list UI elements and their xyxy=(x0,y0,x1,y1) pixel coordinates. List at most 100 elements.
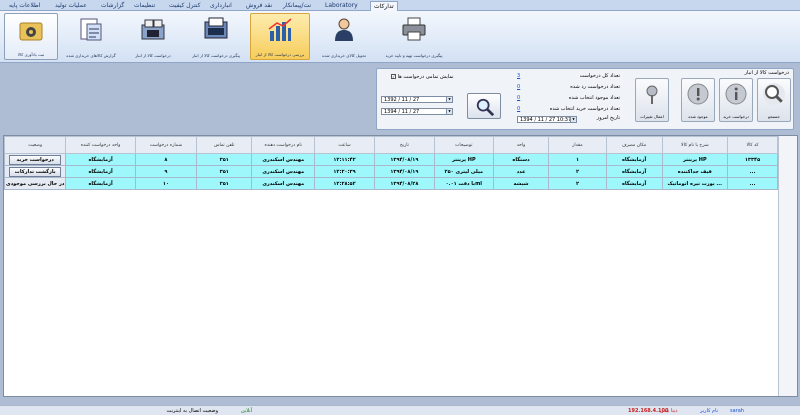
requests-table: وضعیت واحد درخواست کننده شماره درخواست ت… xyxy=(3,135,798,397)
header-requesting-unit[interactable]: واحد درخواست کننده xyxy=(65,136,136,154)
table-row[interactable]: درخواست خرید آزمایشگاه ۸ ۳۵۱ مهندس اسکند… xyxy=(3,153,778,166)
status-cell: بازگشت تدارکات xyxy=(3,165,67,178)
cell-item-name: بورت تیره اتوماتیک ... xyxy=(661,177,729,190)
stat-total-count[interactable]: 3 xyxy=(517,73,520,79)
cell-time: ۱۲:۱۱:۴۲ xyxy=(314,153,375,166)
table-row[interactable]: در حال بررسی موجودی آزمایشگاه ۱۰ ۳۵۱ مهن… xyxy=(3,177,778,190)
tab-base-info[interactable]: اطلاعات پایه xyxy=(6,1,43,11)
chevron-down-icon[interactable]: ▼ xyxy=(570,117,576,122)
tab-laboratory[interactable]: Laboratory xyxy=(322,1,361,11)
stat-available-count[interactable]: 0 xyxy=(517,95,520,101)
purchase-request-button[interactable]: درخواست خرید xyxy=(719,78,753,122)
cell-date: ۱۳۹۴/۰۸/۱۹ xyxy=(373,153,435,166)
ribbon-request-from-warehouse-button[interactable]: درخواست کالا از انبار xyxy=(124,13,182,60)
tab-quality[interactable]: کنترل کیفیت xyxy=(166,1,203,11)
header-unit[interactable]: واحد xyxy=(492,136,550,154)
cell-quantity: ۱ xyxy=(548,153,607,166)
header-consumption-place[interactable]: مکان مصرف xyxy=(605,136,663,154)
date-from-field[interactable]: 1392 / 11 / 27 ▼ xyxy=(381,96,453,103)
mark-available-button[interactable]: موجود شده xyxy=(681,78,715,122)
cell-unit: شیشه xyxy=(492,177,550,190)
pin-icon xyxy=(646,85,658,104)
ribbon-purchased-report-button[interactable]: گزارش کالاهای خریداری شده xyxy=(62,13,120,60)
header-quantity[interactable]: مقدار xyxy=(548,136,607,154)
cell-phone: ۳۵۱ xyxy=(196,165,253,178)
cell-consumption-place: آزمایشگاه xyxy=(605,153,663,166)
header-status[interactable]: وضعیت xyxy=(3,136,67,154)
cell-unit: دستگاه xyxy=(492,153,550,166)
database-value: 192.168.4.100 xyxy=(628,408,669,414)
menu-tab-strip: اطلاعات پایه عملیات تولید گزارشات تنظیما… xyxy=(0,0,800,11)
search-icon xyxy=(476,98,495,117)
ribbon-track-purchase-button[interactable]: پیگیری درخواست تهیه و تایید خرید xyxy=(378,13,450,60)
cell-request-number: ۹ xyxy=(134,165,198,178)
cell-requesting-unit: آزمایشگاه xyxy=(65,177,136,190)
header-phone[interactable]: تلفن تماس xyxy=(196,136,253,154)
show-all-checkbox[interactable]: ✓ xyxy=(391,74,396,79)
header-time[interactable]: ساعت xyxy=(314,136,375,154)
printer-icon xyxy=(402,17,426,41)
cell-unit: عدد xyxy=(492,165,550,178)
cell-item-code: ۱۳۳۴۵ xyxy=(727,153,778,166)
cell-requester-name: مهندس اسکندری xyxy=(251,165,316,178)
tab-maintenance[interactable]: نت/پیمانکار xyxy=(280,1,314,11)
header-item-code[interactable]: کد کالا xyxy=(727,136,778,154)
cell-requester-name: مهندس اسکندری xyxy=(251,177,316,190)
panel-title: درخواست کالا از انبار xyxy=(744,70,789,76)
user-value: sarah xyxy=(730,408,744,414)
ribbon-toolbar: ثبت یادآوری کالا گزارش کالاهای خریداری ش… xyxy=(0,11,800,63)
cell-phone: ۳۵۱ xyxy=(196,177,253,190)
header-item-name[interactable]: شرح یا نام کالا xyxy=(661,136,729,154)
cell-consumption-place: آزمایشگاه xyxy=(605,165,663,178)
tab-reports[interactable]: گزارشات xyxy=(98,1,127,11)
today-date-field[interactable]: 1394 / 11 / 27 10:37 ▼ xyxy=(517,116,577,123)
show-all-requests-row[interactable]: ✓ نمایش تمامی درخواست ها xyxy=(391,74,454,80)
header-requester-name[interactable]: نام درخواست دهنده xyxy=(251,136,316,154)
cell-time: ۱۲:۲۸:۵۲ xyxy=(314,177,375,190)
chevron-down-icon[interactable]: ▼ xyxy=(446,97,452,102)
status-cell: درخواست خرید xyxy=(3,153,67,166)
warehouse-icon xyxy=(141,19,165,40)
ribbon-track-request-button[interactable]: پیگیری درخواست کالا از انبار xyxy=(186,13,246,60)
cell-request-number: ۸ xyxy=(134,153,198,166)
cell-request-number: ۱۰ xyxy=(134,177,198,190)
row-selector-column[interactable] xyxy=(778,136,797,396)
cell-date: ۱۳۹۴/۰۸/۲۸ xyxy=(373,177,435,190)
report-icon xyxy=(80,18,102,41)
filter-search-button[interactable] xyxy=(467,93,501,119)
header-request-number[interactable]: شماره درخواست xyxy=(134,136,198,154)
tab-settings[interactable]: تنظیمات xyxy=(131,1,158,11)
user-label: نام کاربر xyxy=(700,408,719,414)
table-row[interactable]: بازگشت تدارکات آزمایشگاه ۹ ۳۵۱ مهندس اسک… xyxy=(3,165,778,178)
apply-changes-button[interactable]: اعمال تغییرات xyxy=(635,78,669,122)
stat-rejected-count[interactable]: 0 xyxy=(517,84,520,90)
status-text: در حال بررسی موجودی xyxy=(6,180,65,187)
cell-item-code: ... xyxy=(727,177,778,190)
stat-total-label: تعداد کل درخواست xyxy=(579,73,620,79)
date-to-field[interactable]: 1394 / 11 / 27 ▼ xyxy=(381,108,453,115)
status-button[interactable]: درخواست خرید xyxy=(9,154,62,165)
ribbon-deliver-purchased-button[interactable]: تحویل کالای خریداری شده xyxy=(316,13,372,60)
search-button[interactable]: جستجو xyxy=(757,78,791,122)
tab-warehouse[interactable]: انبارداری xyxy=(207,1,235,11)
stat-purchase-count[interactable]: 0 xyxy=(517,106,520,112)
header-description[interactable]: توضیحات xyxy=(433,136,494,154)
show-all-label: نمایش تمامی درخواست ها xyxy=(397,74,454,80)
status-cell: در حال بررسی موجودی xyxy=(3,177,67,190)
ribbon-review-request-button[interactable]: بررسی درخواست کالا از انبار xyxy=(250,13,310,60)
tab-procurement[interactable]: تدارکات xyxy=(370,1,398,11)
today-label: تاریخ امروز xyxy=(596,115,620,121)
gear-folder-icon xyxy=(19,22,43,41)
ribbon-reminder-button[interactable]: ثبت یادآوری کالا xyxy=(4,13,58,60)
tab-production[interactable]: عملیات تولید xyxy=(52,1,90,11)
header-date[interactable]: تاریخ xyxy=(373,136,435,154)
cell-consumption-place: آزمایشگاه xyxy=(605,177,663,190)
cell-phone: ۳۵۱ xyxy=(196,153,253,166)
cell-item-name: پرینتر HP xyxy=(661,153,729,166)
tab-sales[interactable]: نقد فروش xyxy=(243,1,275,11)
cell-quantity: ۲ xyxy=(548,177,607,190)
status-button[interactable]: بازگشت تدارکات xyxy=(9,166,62,177)
cell-requesting-unit: آزمایشگاه xyxy=(65,153,136,166)
chevron-down-icon[interactable]: ▼ xyxy=(446,109,452,114)
stat-available-label: تعداد موجود انتخاب شده xyxy=(568,95,620,101)
